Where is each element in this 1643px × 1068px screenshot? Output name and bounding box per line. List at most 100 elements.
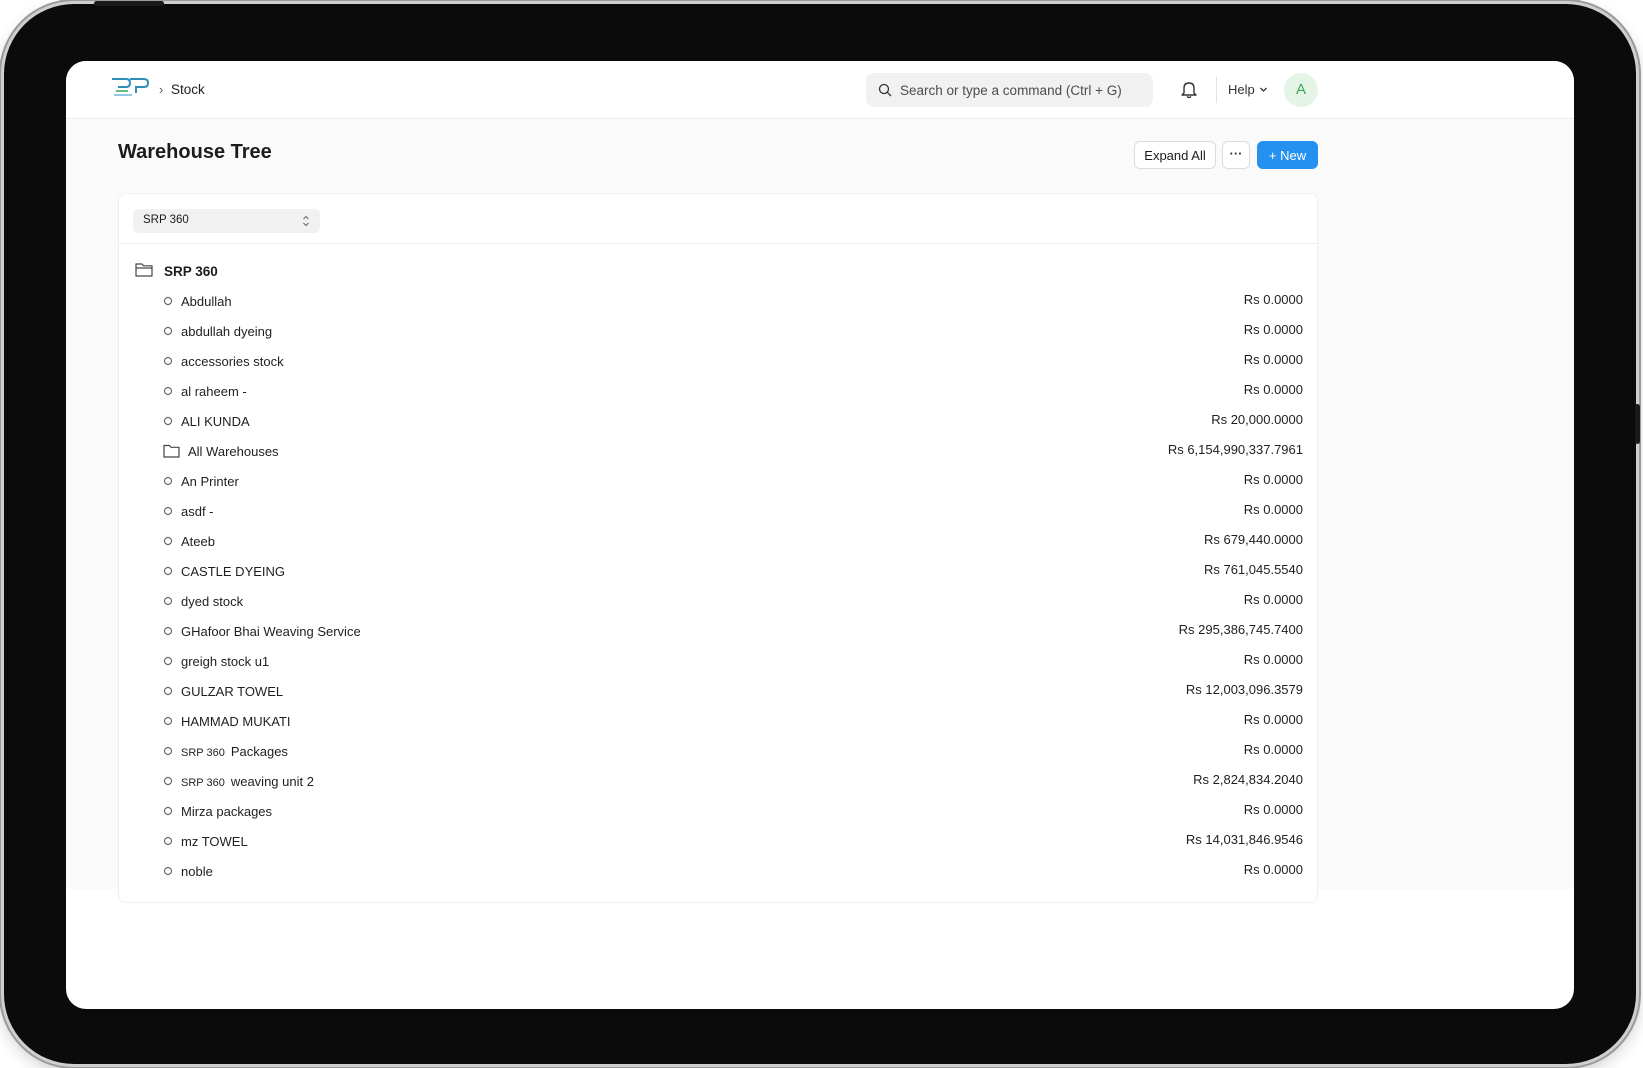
tree-card: SRP 360 SRP 360 Abdullah Rs 0.0000 abdulla… bbox=[118, 193, 1318, 903]
search-input[interactable] bbox=[900, 73, 1145, 107]
tree-row[interactable]: HAMMAD MUKATI Rs 0.0000 bbox=[119, 706, 1317, 736]
circle-node-icon bbox=[164, 687, 172, 695]
tree-row-amount: Rs 0.0000 bbox=[1243, 652, 1303, 667]
tree-row-label-text: Abdullah bbox=[181, 294, 232, 309]
folder-icon[interactable] bbox=[163, 444, 180, 458]
tree-row-label-text: greigh stock u1 bbox=[181, 654, 270, 669]
circle-node-icon bbox=[164, 327, 172, 335]
circle-node-icon bbox=[164, 567, 172, 575]
tree-row-label[interactable]: ALI KUNDA bbox=[181, 414, 250, 429]
circle-node-icon bbox=[164, 297, 172, 305]
tree-row-label[interactable]: accessories stock bbox=[181, 354, 284, 369]
tree-row-amount: Rs 2,824,834.2040 bbox=[1193, 772, 1303, 787]
tree-filter-bar: SRP 360 bbox=[119, 194, 1317, 244]
circle-node-icon bbox=[164, 417, 172, 425]
tree-row[interactable]: SRP 360 weaving unit 2 Rs 2,824,834.2040 bbox=[119, 766, 1317, 796]
tree-row-label[interactable]: Ateeb bbox=[181, 534, 215, 549]
tree-row-label[interactable]: HAMMAD MUKATI bbox=[181, 714, 291, 729]
folder-icon[interactable] bbox=[135, 262, 153, 277]
circle-node-icon bbox=[164, 717, 172, 725]
tree-row-label[interactable]: Mirza packages bbox=[181, 804, 272, 819]
tree-row[interactable]: Abdullah Rs 0.0000 bbox=[119, 286, 1317, 316]
tree-row-label-text: dyed stock bbox=[181, 594, 244, 609]
tree-row-label[interactable]: al raheem - bbox=[181, 384, 247, 399]
tree-row[interactable]: GULZAR TOWEL Rs 12,003,096.3579 bbox=[119, 676, 1317, 706]
tree-row-label-text: HAMMAD MUKATI bbox=[181, 714, 291, 729]
tree-row-label-text: al raheem - bbox=[181, 384, 247, 399]
tree-row[interactable]: asdf - Rs 0.0000 bbox=[119, 496, 1317, 526]
tree-row[interactable]: accessories stock Rs 0.0000 bbox=[119, 346, 1317, 376]
tree-row-label[interactable]: dyed stock bbox=[181, 594, 243, 609]
app-logo-icon[interactable] bbox=[110, 75, 150, 99]
tree-row[interactable]: SRP 360 Packages Rs 0.0000 bbox=[119, 736, 1317, 766]
tree-row-label[interactable]: mz TOWEL bbox=[181, 834, 248, 849]
circle-node-icon bbox=[164, 507, 172, 515]
tree-row[interactable]: mz TOWEL Rs 14,031,846.9546 bbox=[119, 826, 1317, 856]
tree-row-label-text: asdf - bbox=[181, 504, 214, 519]
tree-row[interactable]: dyed stock Rs 0.0000 bbox=[119, 586, 1317, 616]
circle-node-icon bbox=[164, 657, 172, 665]
tree-row-amount: Rs 0.0000 bbox=[1243, 322, 1303, 337]
chevron-down-icon[interactable] bbox=[1259, 85, 1268, 94]
tree-row[interactable]: greigh stock u1 Rs 0.0000 bbox=[119, 646, 1317, 676]
tree-row-amount: Rs 0.0000 bbox=[1243, 382, 1303, 397]
tree-row[interactable]: Mirza packages Rs 0.0000 bbox=[119, 796, 1317, 826]
circle-node-icon bbox=[164, 387, 172, 395]
circle-node-icon bbox=[164, 747, 172, 755]
bell-icon[interactable] bbox=[1180, 79, 1198, 99]
tree-row-label-text: mz TOWEL bbox=[181, 834, 248, 849]
tree-row-amount: Rs 0.0000 bbox=[1243, 352, 1303, 367]
tree-row-label[interactable]: abdullah dyeing bbox=[181, 324, 272, 339]
expand-all-button[interactable]: Expand All bbox=[1134, 141, 1216, 169]
tree-row[interactable]: ALI KUNDA Rs 20,000.0000 bbox=[119, 406, 1317, 436]
tree-row-label[interactable]: SRP 360 Packages bbox=[181, 744, 288, 759]
tree-row-label[interactable]: Abdullah bbox=[181, 294, 232, 309]
new-button[interactable]: + New bbox=[1257, 141, 1318, 169]
tree-row-amount: Rs 0.0000 bbox=[1243, 472, 1303, 487]
tree-row-label-text: CASTLE DYEING bbox=[181, 564, 286, 579]
tree-row[interactable]: abdullah dyeing Rs 0.0000 bbox=[119, 316, 1317, 346]
tree-row-label[interactable]: GHafoor Bhai Weaving Service bbox=[181, 624, 361, 639]
nav-divider bbox=[1216, 77, 1217, 103]
tree-row-label-prefix: SRP 360 bbox=[181, 747, 225, 759]
tree-row[interactable]: CASTLE DYEING Rs 761,045.5540 bbox=[119, 556, 1317, 586]
tree-row-label[interactable]: asdf - bbox=[181, 504, 214, 519]
tree-row-label-text: Ateeb bbox=[181, 534, 215, 549]
tree-row-label[interactable]: noble bbox=[181, 864, 213, 879]
company-select[interactable]: SRP 360 bbox=[133, 209, 320, 233]
breadcrumb-stock[interactable]: Stock bbox=[171, 82, 205, 97]
tree-row-label[interactable]: SRP 360 weaving unit 2 bbox=[181, 774, 314, 789]
tree-row-amount: Rs 0.0000 bbox=[1243, 592, 1303, 607]
device-button bbox=[94, 1, 164, 6]
search-bar[interactable] bbox=[866, 73, 1153, 107]
tree-row-label[interactable]: An Printer bbox=[181, 474, 239, 489]
tree-row-label-text: weaving unit 2 bbox=[230, 774, 314, 789]
tree-row[interactable]: An Printer Rs 0.0000 bbox=[119, 466, 1317, 496]
circle-node-icon bbox=[164, 837, 172, 845]
tree-row-label[interactable]: GULZAR TOWEL bbox=[181, 684, 283, 699]
tree-row-label[interactable]: greigh stock u1 bbox=[181, 654, 269, 669]
tree-row[interactable]: GHafoor Bhai Weaving Service Rs 295,386,7… bbox=[119, 616, 1317, 646]
tree-row-amount: Rs 761,045.5540 bbox=[1203, 562, 1303, 577]
circle-node-icon bbox=[164, 627, 172, 635]
avatar[interactable]: A bbox=[1284, 73, 1318, 107]
circle-node-icon bbox=[164, 777, 172, 785]
tree-row[interactable]: All Warehouses Rs 6,154,990,337.7961 bbox=[119, 436, 1317, 466]
tree-row-label[interactable]: All Warehouses bbox=[188, 444, 279, 459]
tree-row-amount: Rs 295,386,745.7400 bbox=[1178, 622, 1303, 637]
tree-row[interactable]: noble Rs 0.0000 bbox=[119, 856, 1317, 886]
tree-row-label[interactable]: CASTLE DYEING bbox=[181, 564, 285, 579]
circle-node-icon bbox=[164, 597, 172, 605]
company-select-value: SRP 360 bbox=[143, 214, 189, 226]
help-menu[interactable]: Help bbox=[1228, 82, 1255, 97]
tree-row-label-prefix: SRP 360 bbox=[181, 777, 225, 789]
tree-row-amount: Rs 679,440.0000 bbox=[1203, 532, 1303, 547]
circle-node-icon bbox=[164, 807, 172, 815]
more-actions-button[interactable]: ··· bbox=[1222, 141, 1250, 169]
search-icon bbox=[878, 83, 892, 97]
tree-row-label-text: accessories stock bbox=[181, 354, 284, 369]
select-arrows-icon bbox=[303, 215, 309, 227]
tree-row[interactable]: al raheem - Rs 0.0000 bbox=[119, 376, 1317, 406]
tree-row[interactable]: Ateeb Rs 679,440.0000 bbox=[119, 526, 1317, 556]
tree-root-label[interactable]: SRP 360 bbox=[164, 264, 218, 279]
